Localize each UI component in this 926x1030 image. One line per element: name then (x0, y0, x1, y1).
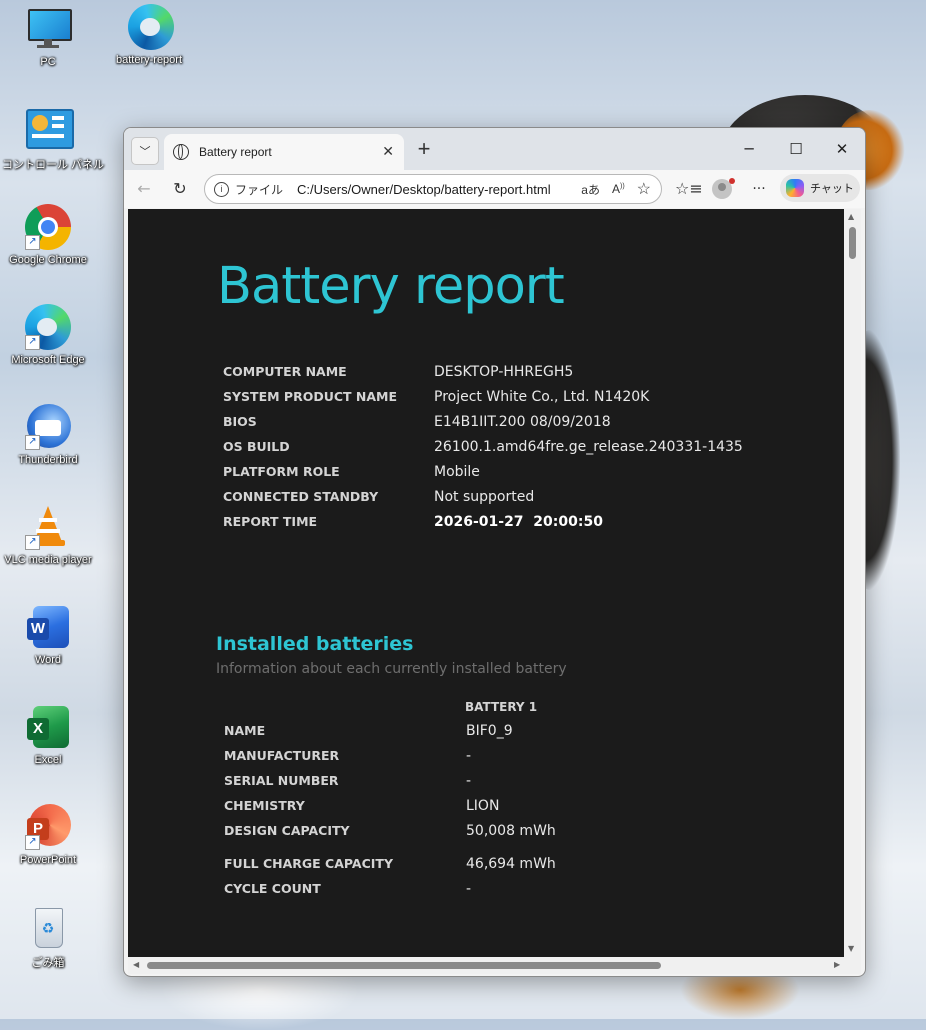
edge-icon: ↗ (25, 304, 71, 350)
info-row-platform-role: PLATFORM ROLE Mobile (223, 464, 480, 480)
desktop-icon-chrome[interactable]: ↗ Google Chrome (2, 204, 94, 266)
monitor-icon (25, 6, 72, 52)
battery-column-header: BATTERY 1 (465, 700, 538, 714)
section-title-installed-batteries: Installed batteries (216, 633, 414, 655)
word-icon: W (25, 604, 71, 650)
address-bar[interactable]: i ファイル C:/Users/Owner/Desktop/battery-re… (204, 174, 662, 204)
section-subtitle: Information about each currently install… (216, 661, 567, 677)
more-menu-button[interactable]: ··· (747, 177, 771, 201)
back-button[interactable]: ← (132, 177, 156, 201)
info-row-computer-name: COMPUTER NAME DESKTOP-HHREGH5 (223, 364, 574, 380)
horizontal-scrollbar[interactable]: ◀ ▶ (128, 957, 861, 974)
desktop-icon-powerpoint[interactable]: P ↗ PowerPoint (2, 804, 94, 866)
new-tab-button[interactable]: + (411, 137, 437, 163)
profile-notification-dot (729, 178, 735, 184)
powerpoint-icon: P ↗ (25, 804, 71, 850)
battery-row-manufacturer: MANUFACTURER - (224, 748, 472, 764)
copilot-chat-button[interactable]: チャット (780, 174, 860, 202)
desktop-icon-pc[interactable]: PC (2, 6, 94, 68)
recycle-bin-icon: ♻ (25, 904, 71, 950)
tab-title: Battery report (199, 145, 272, 159)
tab-bar: ﹀ Battery report ✕ + ─ ☐ ✕ (124, 128, 865, 170)
desktop-icon-thunderbird[interactable]: ↗ Thunderbird (2, 404, 94, 466)
edge-icon (126, 4, 174, 50)
info-row-bios: BIOS E14B1IIT.200 08/09/2018 (223, 414, 611, 430)
desktop-icon-word[interactable]: W Word (2, 604, 94, 666)
address-url[interactable]: C:/Users/Owner/Desktop/battery-report.ht… (297, 182, 575, 197)
battery-row-design-capacity: DESIGN CAPACITY 50,008 mWh (224, 823, 556, 839)
globe-icon (173, 144, 189, 160)
desktop-icon-battery-report[interactable]: battery-report (103, 4, 195, 66)
info-row-os-build: OS BUILD 26100.1.amd64fre.ge_release.240… (223, 439, 743, 455)
chrome-icon: ↗ (25, 204, 71, 250)
vertical-scrollbar[interactable]: ▲ ▼ (844, 209, 861, 957)
maximize-button[interactable]: ☐ (773, 135, 819, 163)
info-row-connected-standby: CONNECTED STANDBY Not supported (223, 489, 535, 505)
desktop-icon-excel[interactable]: X Excel (2, 704, 94, 766)
battery-row-serial-number: SERIAL NUMBER - (224, 773, 472, 789)
tab-battery-report[interactable]: Battery report ✕ (164, 134, 404, 170)
tab-actions-button[interactable]: ﹀ (131, 137, 159, 165)
scroll-up-icon[interactable]: ▲ (848, 212, 854, 221)
tab-close-icon[interactable]: ✕ (382, 144, 394, 160)
toolbar: ← ↻ i ファイル C:/Users/Owner/Desktop/batter… (124, 170, 865, 208)
desktop-icon-recycle-bin[interactable]: ♻ ごみ箱 (2, 904, 94, 970)
scroll-right-icon[interactable]: ▶ (834, 960, 840, 969)
desktop-icon-vlc[interactable]: ↗ VLC media player (2, 504, 94, 566)
battery-row-name: NAME BIF0_9 (224, 723, 513, 739)
vlc-cone-icon: ↗ (25, 504, 71, 550)
excel-icon: X (25, 704, 71, 750)
read-mode-button[interactable]: aあ (581, 181, 600, 198)
browser-window: ﹀ Battery report ✕ + ─ ☐ ✕ ← ↻ i ファイル C:… (123, 127, 866, 977)
scroll-down-icon[interactable]: ▼ (848, 944, 854, 953)
copilot-label: チャット (810, 183, 854, 195)
address-scheme: ファイル (235, 182, 284, 197)
copilot-icon (786, 179, 805, 197)
info-row-system-product-name: SYSTEM PRODUCT NAME Project White Co., L… (223, 389, 650, 405)
chevron-down-icon: ﹀ (139, 145, 151, 158)
desktop-icon-control-panel[interactable]: コントロール パネル (2, 106, 104, 172)
battery-row-chemistry: CHEMISTRY LION (224, 798, 500, 814)
read-aloud-icon[interactable]: A)) (612, 182, 625, 196)
control-panel-icon (25, 106, 74, 152)
favorite-star-icon[interactable]: ☆ (637, 179, 651, 199)
page-content: Battery report COMPUTER NAME DESKTOP-HHR… (128, 209, 844, 957)
desktop-icon-edge[interactable]: ↗ Microsoft Edge (2, 304, 94, 366)
page-title: Battery report (217, 257, 565, 316)
refresh-button[interactable]: ↻ (168, 177, 192, 201)
favorites-icon[interactable]: ☆≡ (675, 177, 703, 201)
minimize-button[interactable]: ─ (726, 135, 772, 163)
scroll-left-icon[interactable]: ◀ (133, 960, 139, 969)
horizontal-scroll-thumb[interactable] (147, 962, 661, 969)
battery-row-full-charge-capacity: FULL CHARGE CAPACITY 46,694 mWh (224, 856, 556, 872)
battery-row-cycle-count: CYCLE COUNT - (224, 881, 472, 897)
close-window-button[interactable]: ✕ (819, 135, 865, 163)
thunderbird-icon: ↗ (25, 404, 71, 450)
info-row-report-time: REPORT TIME 2026-01-27 20:00:50 (223, 514, 603, 530)
info-icon[interactable]: i (214, 181, 229, 197)
vertical-scroll-thumb[interactable] (849, 227, 856, 259)
